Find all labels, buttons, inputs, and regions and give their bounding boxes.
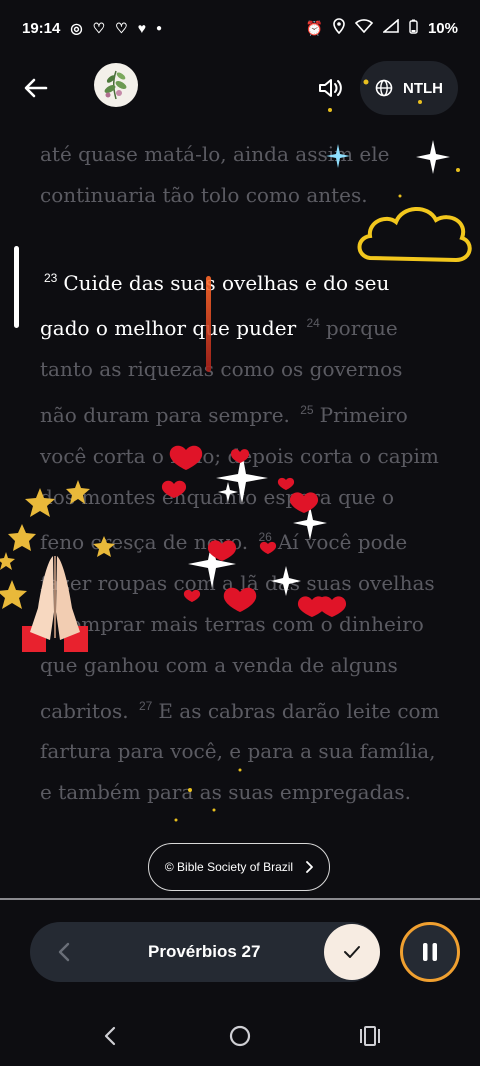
system-recents-button[interactable] xyxy=(354,1020,386,1052)
chevron-right-icon xyxy=(306,861,314,873)
verse-number: 26 xyxy=(258,530,272,545)
version-label: NTLH xyxy=(403,79,443,97)
system-home-button[interactable] xyxy=(224,1020,256,1052)
chevron-left-icon xyxy=(58,942,70,962)
checkmark-icon xyxy=(344,946,360,958)
chapter-navigation: Provérbios 27 xyxy=(30,922,380,982)
verse-number: 23 xyxy=(44,270,58,285)
system-navigation-bar xyxy=(0,1006,480,1066)
plan-avatar[interactable] xyxy=(94,63,138,107)
version-selector[interactable]: NTLH xyxy=(360,61,458,115)
verse-paragraph: 23 Cuide das suas ovelhas e do seu gado o… xyxy=(40,258,440,813)
status-bar: 19:14 ◎ ♡ ♡ ♥ ● ⏰ 10% xyxy=(0,0,480,56)
location-icon xyxy=(333,18,345,38)
copyright-button[interactable]: © Bible Society of Brazil xyxy=(148,843,330,891)
chapter-title[interactable]: Provérbios 27 xyxy=(148,922,260,982)
reader-header: NTLH xyxy=(0,58,480,118)
home-circle-icon xyxy=(229,1025,251,1047)
alarm-icon: ⏰ xyxy=(305,19,323,36)
chapter-text: até quase matá-lo, ainda assim ele conti… xyxy=(40,134,440,813)
pause-audio-button[interactable] xyxy=(400,922,460,982)
wifi-icon xyxy=(354,19,374,37)
verse-text: até quase matá-lo, ainda assim ele conti… xyxy=(40,142,390,207)
audio-button[interactable] xyxy=(313,70,349,106)
chevron-left-icon xyxy=(104,1026,116,1046)
heart-link-icon: ♡ xyxy=(115,19,128,36)
verse-22-tail[interactable]: até quase matá-lo, ainda assim ele conti… xyxy=(40,134,440,216)
heart-link-icon: ♡ xyxy=(92,19,106,36)
pause-icon xyxy=(423,943,437,961)
battery-icon xyxy=(409,19,418,38)
bottom-divider xyxy=(0,898,480,900)
arrow-left-icon xyxy=(24,78,48,98)
verse-number: 27 xyxy=(138,698,153,713)
back-button[interactable] xyxy=(18,70,54,106)
heart-icon: ♥ xyxy=(137,20,147,36)
battery-percent: 10% xyxy=(427,19,458,37)
status-time: 19:14 xyxy=(22,19,61,37)
verse-number: 24 xyxy=(306,316,320,331)
dot-icon: ● xyxy=(156,22,163,34)
verse-number: 25 xyxy=(300,402,314,417)
recents-icon xyxy=(360,1026,380,1046)
signal-icon xyxy=(381,18,399,37)
speaker-icon xyxy=(319,79,342,97)
copyright-label: © Bible Society of Brazil xyxy=(164,860,294,874)
system-back-button[interactable] xyxy=(94,1020,126,1052)
verse-selection-bar xyxy=(14,246,19,328)
settings-dot-icon: ◎ xyxy=(70,19,83,36)
verse-text: Aí você pode fazer roupas com a lã das s… xyxy=(40,530,435,723)
verse-26[interactable]: 26 Aí você pode fazer roupas com a lã das… xyxy=(40,530,435,722)
globe-icon xyxy=(375,79,393,97)
previous-chapter-button[interactable] xyxy=(46,934,82,970)
mark-complete-button[interactable] xyxy=(324,924,380,980)
